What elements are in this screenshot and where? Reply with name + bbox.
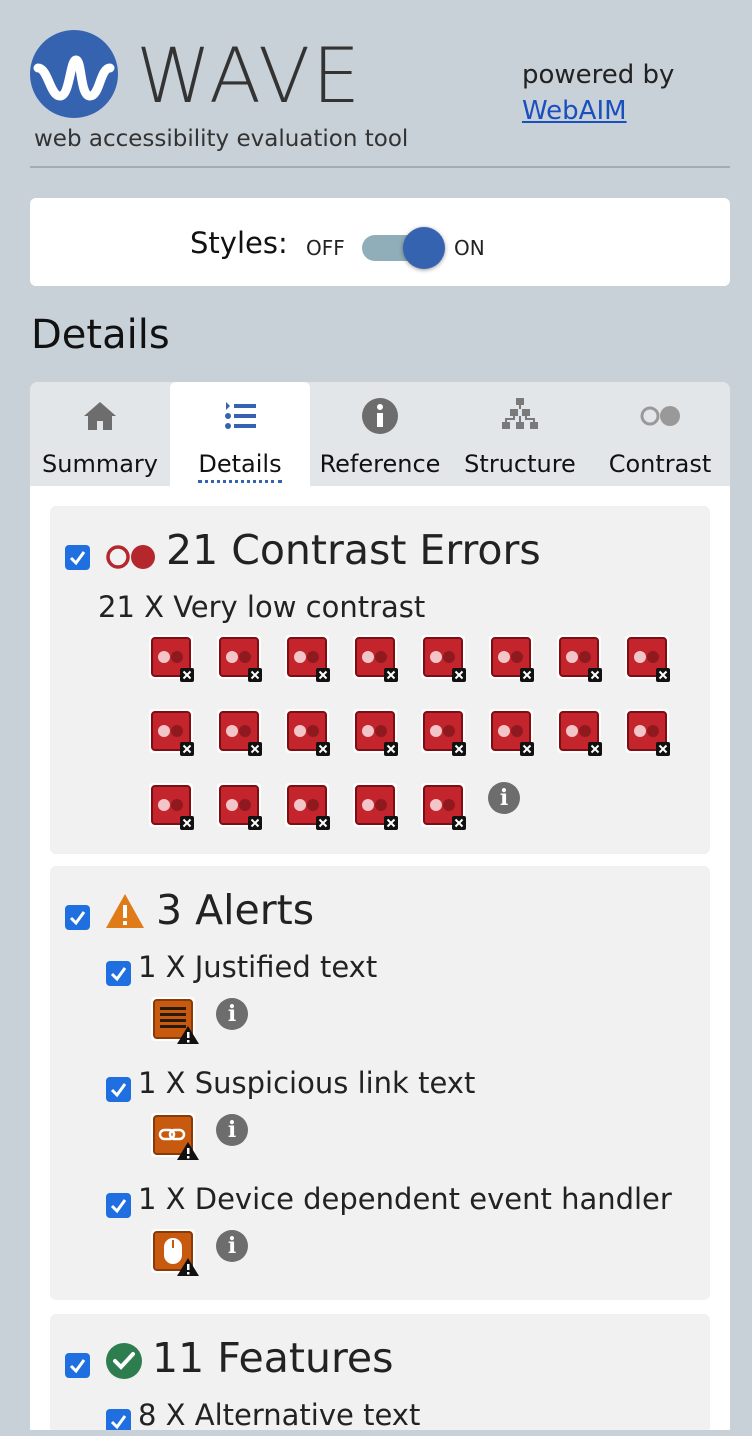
contrast-error-icon[interactable] [624, 634, 670, 682]
powered-by-text: powered by [522, 60, 675, 90]
wave-header: WAVE web accessibility evaluation tool p… [30, 28, 730, 168]
contrast-error-icon[interactable] [352, 634, 398, 682]
styles-on-label: ON [454, 236, 485, 260]
styles-label: Styles: [190, 226, 288, 260]
contrast-error-icon[interactable] [624, 708, 670, 756]
contrast-errors-group: 21 Contrast Errors 21 X Very low contras… [50, 506, 710, 854]
very-low-contrast-info-icon[interactable]: i [488, 782, 520, 814]
feature-check-icon [106, 1343, 142, 1379]
justified-text-item[interactable]: 1 X Justified text [138, 950, 377, 984]
sitemap-icon [502, 398, 538, 429]
features-checkbox[interactable] [65, 1353, 90, 1378]
tab-structure[interactable]: Structure [450, 382, 590, 486]
alerts-group: 3 Alerts 1 X Justified text i 1 X Suspic… [50, 866, 710, 1300]
very-low-contrast-item[interactable]: 21 X Very low contrast [98, 590, 425, 624]
contrast-error-icon[interactable] [284, 708, 330, 756]
features-title: 11 Features [152, 1334, 394, 1382]
alternative-text-checkbox[interactable] [106, 1409, 131, 1430]
contrast-errors-checkbox[interactable] [65, 545, 90, 570]
tab-reference[interactable]: Reference [310, 382, 450, 486]
section-title: Details [31, 312, 170, 358]
justified-text-icon[interactable] [150, 996, 200, 1046]
contrast-error-icon[interactable] [420, 782, 466, 830]
tab-contrast-label: Contrast [608, 450, 712, 478]
alerts-checkbox[interactable] [65, 905, 90, 930]
list-icon [225, 402, 256, 429]
contrast-error-icon[interactable] [488, 708, 534, 756]
justified-text-info-icon[interactable]: i [216, 998, 248, 1030]
tab-reference-label: Reference [319, 450, 441, 478]
logo-wordmark: WAVE [136, 31, 363, 120]
contrast-error-icon[interactable] [148, 782, 194, 830]
contrast-errors-title: 21 Contrast Errors [166, 526, 541, 574]
contrast-icon [640, 406, 680, 426]
device-dependent-checkbox[interactable] [106, 1193, 131, 1218]
info-icon [362, 398, 398, 434]
tagline: web accessibility evaluation tool [34, 126, 409, 152]
mouse-icon[interactable] [150, 1228, 200, 1278]
contrast-error-icon[interactable] [284, 782, 330, 830]
contrast-error-icon[interactable] [148, 708, 194, 756]
contrast-error-icon[interactable] [352, 782, 398, 830]
contrast-error-icon[interactable] [556, 708, 602, 756]
styles-off-label: OFF [306, 236, 345, 260]
webaim-link[interactable]: WebAIM [522, 96, 627, 126]
suspicious-link-item[interactable]: 1 X Suspicious link text [138, 1066, 475, 1100]
features-group: 11 Features 8 X Alternative text [50, 1314, 710, 1430]
home-icon [84, 402, 116, 430]
suspicious-link-checkbox[interactable] [106, 1077, 131, 1102]
contrast-error-icon[interactable] [352, 708, 398, 756]
contrast-error-icon[interactable] [420, 634, 466, 682]
tab-summary[interactable]: Summary [30, 382, 170, 486]
styles-toggle-knob[interactable] [403, 227, 445, 269]
justified-text-checkbox[interactable] [106, 961, 131, 986]
suspicious-link-info-icon[interactable]: i [216, 1114, 248, 1146]
tab-contrast[interactable]: Contrast [590, 382, 730, 486]
alert-triangle-icon [106, 894, 144, 928]
details-panel: Summary Details Reference Structure Cont… [30, 382, 730, 1430]
alternative-text-item[interactable]: 8 X Alternative text [138, 1398, 420, 1430]
contrast-error-icon[interactable] [488, 634, 534, 682]
contrast-error-icon[interactable] [556, 634, 602, 682]
tab-bar: Summary Details Reference Structure Cont… [30, 382, 730, 486]
tab-details[interactable]: Details [170, 382, 310, 486]
tab-summary-label: Summary [42, 450, 158, 478]
tab-details-label: Details [198, 450, 282, 483]
device-dependent-item[interactable]: 1 X Device dependent event handler [138, 1182, 672, 1216]
styles-toggle-box: Styles: OFF ON [30, 198, 730, 286]
contrast-errors-icon [106, 545, 155, 569]
alerts-title: 3 Alerts [156, 886, 315, 934]
contrast-error-icon[interactable] [216, 634, 262, 682]
link-icon[interactable] [150, 1112, 200, 1162]
contrast-error-icon[interactable] [148, 634, 194, 682]
contrast-error-icon[interactable] [216, 708, 262, 756]
tab-structure-label: Structure [464, 450, 576, 478]
wave-logo-icon [30, 30, 118, 118]
contrast-error-icon[interactable] [420, 708, 466, 756]
device-dependent-info-icon[interactable]: i [216, 1230, 248, 1262]
contrast-error-icon[interactable] [284, 634, 330, 682]
contrast-error-icon[interactable] [216, 782, 262, 830]
